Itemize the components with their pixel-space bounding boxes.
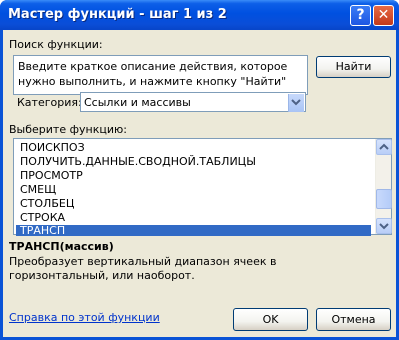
category-selected-value: Ссылки и массивы: [84, 96, 191, 109]
function-signature: ТРАНСП(массив): [9, 240, 114, 253]
scroll-thumb[interactable]: [376, 189, 392, 209]
cancel-button[interactable]: Отмена: [316, 308, 391, 331]
category-label: Категория:: [17, 96, 82, 109]
ok-button[interactable]: OK: [233, 308, 308, 331]
function-list-item[interactable]: СТОЛБЕЦ: [16, 197, 371, 211]
help-button[interactable]: ?: [350, 5, 371, 26]
function-list-item[interactable]: ПОИСКПОЗ: [16, 141, 371, 155]
window-title: Мастер функций - шаг 1 из 2: [8, 7, 227, 22]
dialog-body: Поиск функции: Введите краткое описание …: [3, 30, 396, 337]
function-list-item[interactable]: СТРОКА: [16, 211, 371, 225]
function-list-item[interactable]: ПРОСМОТР: [16, 169, 371, 183]
function-listbox[interactable]: ПОИСКПОЗ ПОЛУЧИТЬ.ДАННЫЕ.СВОДНОЙ.ТАБЛИЦЫ…: [13, 138, 392, 236]
scroll-down-button[interactable]: [376, 218, 392, 234]
title-bar[interactable]: Мастер функций - шаг 1 из 2 ? ✕: [0, 0, 399, 30]
dialog-window: Мастер функций - шаг 1 из 2 ? ✕ Поиск фу…: [0, 0, 399, 340]
search-description-text: Введите краткое описание действия, котор…: [18, 60, 288, 88]
help-link[interactable]: Справка по этой функции: [9, 311, 160, 324]
find-button[interactable]: Найти: [316, 56, 391, 78]
function-list-item[interactable]: СМЕЩ: [16, 183, 371, 197]
search-label: Поиск функции:: [9, 38, 103, 51]
function-description: Преобразует вертикальный диапазон ячеек …: [9, 255, 277, 282]
list-scrollbar[interactable]: [375, 139, 392, 234]
close-button[interactable]: ✕: [373, 5, 394, 26]
category-select[interactable]: Ссылки и массивы: [80, 92, 306, 112]
function-list-item-selected[interactable]: ТРАНСП: [16, 225, 371, 236]
function-list-item[interactable]: ПОЛУЧИТЬ.ДАННЫЕ.СВОДНОЙ.ТАБЛИЦЫ: [16, 155, 371, 169]
scroll-up-button[interactable]: [376, 139, 392, 155]
search-description-input[interactable]: Введите краткое описание действия, котор…: [13, 55, 308, 95]
function-list-label: Выберите функцию:: [9, 123, 127, 136]
dropdown-arrow-icon[interactable]: [288, 94, 304, 112]
